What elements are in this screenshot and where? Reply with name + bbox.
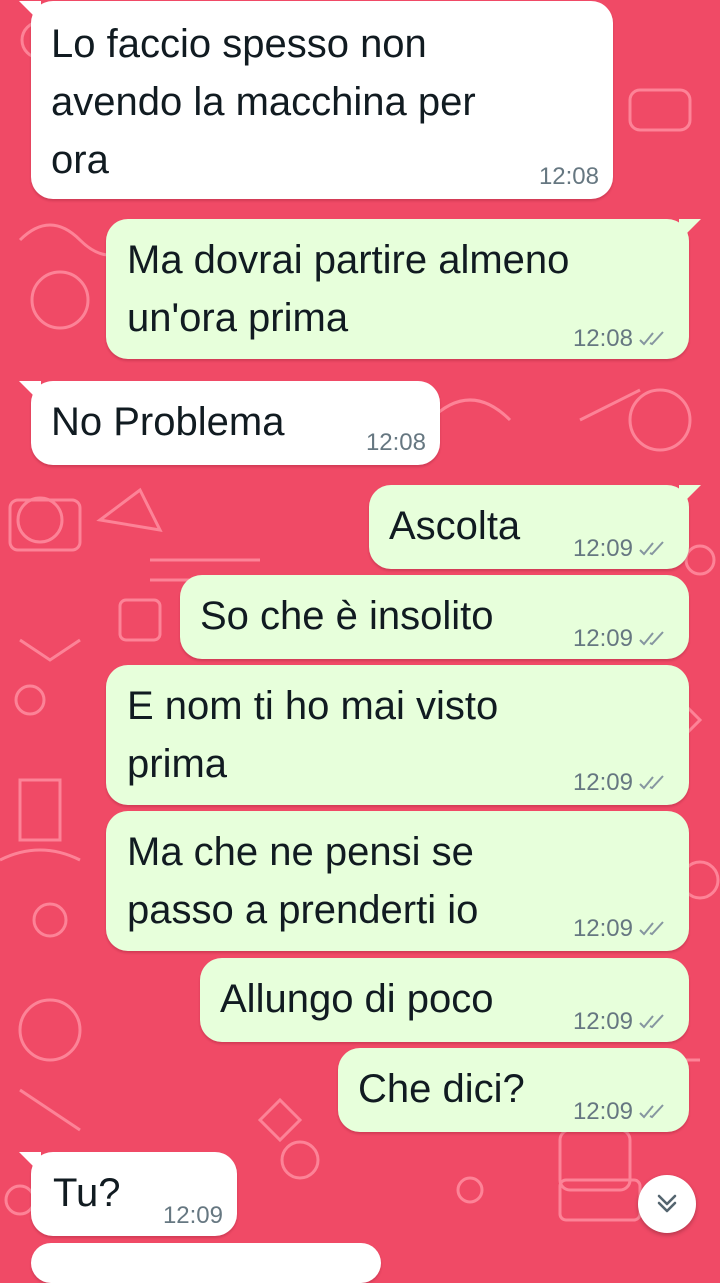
message-time: 12:09 [572,535,633,562]
message-bubble-outgoing[interactable]: E nom ti ho mai visto prima 12:09 [106,665,689,805]
message-time: 12:08 [365,429,426,456]
message-text: E nom ti ho mai visto prima [127,684,499,786]
message-meta: 12:08 [366,429,426,457]
message-text: Ascolta [389,504,521,548]
message-meta: 12:09 [573,1008,665,1036]
message-time: 12:09 [572,1008,633,1035]
message-text: Che dici? [358,1067,525,1111]
message-text: No Problema [51,400,285,444]
bubble-tail [19,1,41,23]
message-text: So che è insolito [200,594,494,638]
message-meta: 12:09 [573,915,665,943]
double-check-icon [639,775,664,790]
message-bubble-outgoing[interactable]: So che è insolito 12:09 [180,575,689,659]
bubble-tail [19,381,41,403]
message-bubble-outgoing[interactable]: Ma che ne pensi se passo a prenderti io … [106,811,689,951]
double-check-icon [639,541,664,556]
message-bubble-incoming[interactable]: Lo faccio spesso non avendo la macchina … [19,1,613,199]
message-meta: 12:09 [573,625,665,653]
message-bubble-outgoing[interactable]: Allungo di poco 12:09 [200,958,689,1042]
message-text: Tu? [53,1171,121,1215]
double-check-icon [639,331,664,346]
message-meta: 12:09 [573,769,665,797]
message-meta: 12:09 [573,535,665,563]
message-time: 12:08 [538,163,599,190]
bubble-tail [679,485,701,507]
message-text: Ma dovrai partire almeno un'ora prima [127,238,570,340]
double-check-icon [639,921,664,936]
bubble-tail [679,219,701,241]
message-meta: 12:09 [163,1202,223,1230]
message-bubble-incoming[interactable]: No Problema 12:08 [19,381,440,465]
message-meta: 12:08 [539,163,599,191]
double-chevron-down-icon [657,1194,677,1213]
double-check-icon [639,1104,664,1119]
message-time: 12:09 [572,769,633,796]
message-time: 12:08 [572,325,633,352]
message-bubble-outgoing[interactable]: Che dici? 12:09 [338,1048,689,1132]
scroll-to-bottom-button[interactable] [638,1175,696,1233]
message-time: 12:09 [572,625,633,652]
message-meta: 12:09 [573,1098,665,1126]
message-bubble-outgoing[interactable]: Ma dovrai partire almeno un'ora prima 12… [106,219,701,359]
message-time: 12:09 [162,1202,223,1229]
message-time: 12:09 [572,915,633,942]
message-bubble-outgoing[interactable]: Ascolta 12:09 [369,485,701,569]
message-time: 12:09 [572,1098,633,1125]
double-check-icon [639,1014,664,1029]
double-check-icon [639,631,664,646]
message-text: Allungo di poco [220,977,494,1021]
message-text: Ma che ne pensi se passo a prenderti io [127,830,479,932]
message-meta: 12:08 [573,325,665,353]
message-text: Lo faccio spesso non avendo la macchina … [51,22,476,182]
bubble-tail [19,1152,41,1174]
message-bubble-incoming-partial[interactable] [31,1243,381,1283]
message-bubble-incoming[interactable]: Tu? 12:09 [19,1152,237,1236]
